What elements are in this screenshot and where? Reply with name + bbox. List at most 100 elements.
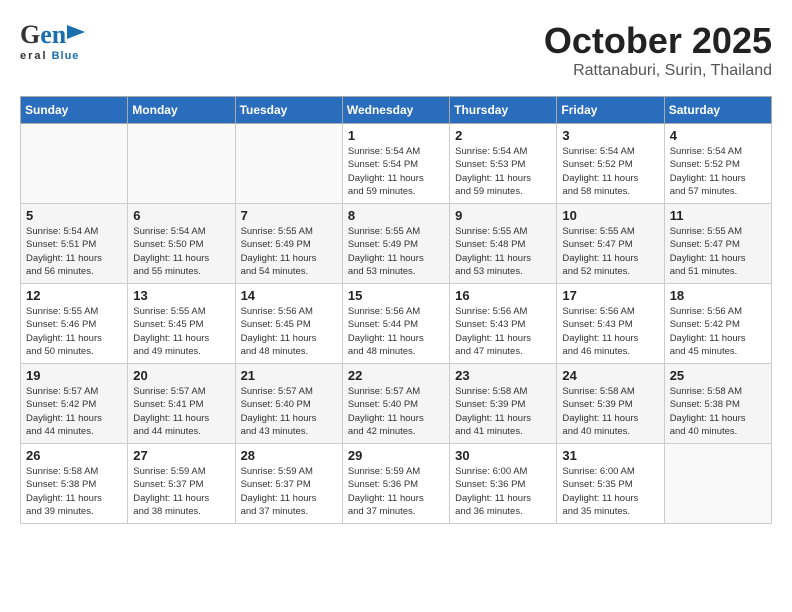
header-monday: Monday [128, 97, 235, 124]
calendar-cell [664, 444, 771, 524]
header-friday: Friday [557, 97, 664, 124]
day-number: 30 [455, 448, 551, 463]
day-number: 7 [241, 208, 337, 223]
calendar-cell: 11Sunrise: 5:55 AM Sunset: 5:47 PM Dayli… [664, 204, 771, 284]
calendar-cell: 13 Sunrise: 5:55 AM Sunset: 5:45 PM Dayli… [128, 284, 235, 364]
day-number: 28 [241, 448, 337, 463]
logo-eral-text: eral [20, 50, 48, 62]
day-info: Sunrise: 5:56 AM Sunset: 5:45 PM Dayligh… [241, 305, 337, 358]
day-number: 17 [562, 288, 658, 303]
day-info: Sunrise: 5:56 AM Sunset: 5:43 PM Dayligh… [455, 305, 551, 358]
calendar-cell [128, 124, 235, 204]
day-number: 15 [348, 288, 444, 303]
day-info: Sunrise: 5:57 AM Sunset: 5:41 PM Dayligh… [133, 385, 229, 438]
day-number: 16 [455, 288, 551, 303]
day-info: Sunrise: 5:58 AM Sunset: 5:39 PM Dayligh… [562, 385, 658, 438]
day-info: Sunrise: 5:54 AM Sunset: 5:50 PM Dayligh… [133, 225, 229, 278]
header-tuesday: Tuesday [235, 97, 342, 124]
day-number: 13 [133, 288, 229, 303]
day-number: 4 [670, 128, 766, 143]
day-number: 26 [26, 448, 122, 463]
calendar-cell: 17 Sunrise: 5:56 AM Sunset: 5:43 PM Dayli… [557, 284, 664, 364]
calendar-cell: 24Sunrise: 5:58 AM Sunset: 5:39 PM Dayli… [557, 364, 664, 444]
day-number: 2 [455, 128, 551, 143]
calendar-cell: 15Sunrise: 5:56 AM Sunset: 5:44 PM Dayli… [342, 284, 449, 364]
day-number: 23 [455, 368, 551, 383]
day-info: Sunrise: 5:56 AM Sunset: 5:42 PM Dayligh… [670, 305, 766, 358]
calendar-cell: 9 Sunrise: 5:55 AM Sunset: 5:48 PM Daylig… [450, 204, 557, 284]
calendar-cell: 16 Sunrise: 5:56 AM Sunset: 5:43 PM Dayli… [450, 284, 557, 364]
day-info: Sunrise: 5:55 AM Sunset: 5:47 PM Dayligh… [562, 225, 658, 278]
day-info: Sunrise: 5:54 AM Sunset: 5:53 PM Dayligh… [455, 145, 551, 198]
day-number: 6 [133, 208, 229, 223]
calendar-table: SundayMondayTuesdayWednesdayThursdayFrid… [20, 96, 772, 524]
calendar-cell: 19Sunrise: 5:57 AM Sunset: 5:42 PM Dayli… [21, 364, 128, 444]
calendar-cell: 10 Sunrise: 5:55 AM Sunset: 5:47 PM Dayli… [557, 204, 664, 284]
day-info: Sunrise: 5:57 AM Sunset: 5:40 PM Dayligh… [348, 385, 444, 438]
day-number: 12 [26, 288, 122, 303]
day-number: 29 [348, 448, 444, 463]
calendar-cell: 3Sunrise: 5:54 AM Sunset: 5:52 PM Daylig… [557, 124, 664, 204]
calendar-cell: 30 Sunrise: 6:00 AM Sunset: 5:36 PM Dayli… [450, 444, 557, 524]
calendar-cell: 25 Sunrise: 5:58 AM Sunset: 5:38 PM Dayli… [664, 364, 771, 444]
calendar-cell: 28 Sunrise: 5:59 AM Sunset: 5:37 PM Dayli… [235, 444, 342, 524]
location: Rattanaburi, Surin, Thailand [544, 62, 772, 80]
calendar-cell: 29 Sunrise: 5:59 AM Sunset: 5:36 PM Dayli… [342, 444, 449, 524]
day-info: Sunrise: 6:00 AM Sunset: 5:36 PM Dayligh… [455, 465, 551, 518]
title-block: October 2025 Rattanaburi, Surin, Thailan… [544, 20, 772, 80]
day-number: 9 [455, 208, 551, 223]
calendar-cell: 12 Sunrise: 5:55 AM Sunset: 5:46 PM Dayli… [21, 284, 128, 364]
logo-general-en: en [40, 20, 66, 50]
header-sunday: Sunday [21, 97, 128, 124]
day-info: Sunrise: 5:55 AM Sunset: 5:49 PM Dayligh… [241, 225, 337, 278]
day-info: Sunrise: 5:55 AM Sunset: 5:45 PM Dayligh… [133, 305, 229, 358]
day-info: Sunrise: 5:55 AM Sunset: 5:47 PM Dayligh… [670, 225, 766, 278]
header-wednesday: Wednesday [342, 97, 449, 124]
week-row-1: 1Sunrise: 5:54 AM Sunset: 5:54 PM Daylig… [21, 124, 772, 204]
week-row-3: 12 Sunrise: 5:55 AM Sunset: 5:46 PM Dayli… [21, 284, 772, 364]
calendar-cell: 8 Sunrise: 5:55 AM Sunset: 5:49 PM Daylig… [342, 204, 449, 284]
calendar-cell: 18Sunrise: 5:56 AM Sunset: 5:42 PM Dayli… [664, 284, 771, 364]
week-row-2: 5Sunrise: 5:54 AM Sunset: 5:51 PM Daylig… [21, 204, 772, 284]
day-info: Sunrise: 5:54 AM Sunset: 5:52 PM Dayligh… [670, 145, 766, 198]
day-info: Sunrise: 5:59 AM Sunset: 5:36 PM Dayligh… [348, 465, 444, 518]
calendar-cell [21, 124, 128, 204]
calendar-cell: 31Sunrise: 6:00 AM Sunset: 5:35 PM Dayli… [557, 444, 664, 524]
day-number: 22 [348, 368, 444, 383]
day-number: 8 [348, 208, 444, 223]
calendar-cell: 20Sunrise: 5:57 AM Sunset: 5:41 PM Dayli… [128, 364, 235, 444]
day-info: Sunrise: 5:58 AM Sunset: 5:38 PM Dayligh… [670, 385, 766, 438]
calendar-cell: 27 Sunrise: 5:59 AM Sunset: 5:37 PM Dayli… [128, 444, 235, 524]
day-info: Sunrise: 5:55 AM Sunset: 5:48 PM Dayligh… [455, 225, 551, 278]
day-info: Sunrise: 5:58 AM Sunset: 5:39 PM Dayligh… [455, 385, 551, 438]
day-number: 25 [670, 368, 766, 383]
week-row-5: 26 Sunrise: 5:58 AM Sunset: 5:38 PM Dayli… [21, 444, 772, 524]
calendar-cell: 6 Sunrise: 5:54 AM Sunset: 5:50 PM Daylig… [128, 204, 235, 284]
day-info: Sunrise: 6:00 AM Sunset: 5:35 PM Dayligh… [562, 465, 658, 518]
page-header: G en eral Blue October 2025 Rattanaburi,… [20, 20, 772, 80]
calendar-cell: 23 Sunrise: 5:58 AM Sunset: 5:39 PM Dayli… [450, 364, 557, 444]
logo-arrow-icon [67, 21, 85, 43]
day-info: Sunrise: 5:54 AM Sunset: 5:51 PM Dayligh… [26, 225, 122, 278]
month-title: October 2025 [544, 20, 772, 62]
day-number: 14 [241, 288, 337, 303]
day-info: Sunrise: 5:55 AM Sunset: 5:46 PM Dayligh… [26, 305, 122, 358]
header-row: SundayMondayTuesdayWednesdayThursdayFrid… [21, 97, 772, 124]
day-info: Sunrise: 5:57 AM Sunset: 5:42 PM Dayligh… [26, 385, 122, 438]
week-row-4: 19Sunrise: 5:57 AM Sunset: 5:42 PM Dayli… [21, 364, 772, 444]
calendar-cell: 22 Sunrise: 5:57 AM Sunset: 5:40 PM Dayli… [342, 364, 449, 444]
header-saturday: Saturday [664, 97, 771, 124]
day-number: 10 [562, 208, 658, 223]
day-info: Sunrise: 5:56 AM Sunset: 5:43 PM Dayligh… [562, 305, 658, 358]
calendar-cell: 1Sunrise: 5:54 AM Sunset: 5:54 PM Daylig… [342, 124, 449, 204]
day-info: Sunrise: 5:58 AM Sunset: 5:38 PM Dayligh… [26, 465, 122, 518]
day-info: Sunrise: 5:55 AM Sunset: 5:49 PM Dayligh… [348, 225, 444, 278]
day-info: Sunrise: 5:59 AM Sunset: 5:37 PM Dayligh… [133, 465, 229, 518]
day-number: 3 [562, 128, 658, 143]
calendar-cell: 4 Sunrise: 5:54 AM Sunset: 5:52 PM Daylig… [664, 124, 771, 204]
day-info: Sunrise: 5:59 AM Sunset: 5:37 PM Dayligh… [241, 465, 337, 518]
day-info: Sunrise: 5:57 AM Sunset: 5:40 PM Dayligh… [241, 385, 337, 438]
calendar-cell [235, 124, 342, 204]
calendar-cell: 7 Sunrise: 5:55 AM Sunset: 5:49 PM Daylig… [235, 204, 342, 284]
day-number: 27 [133, 448, 229, 463]
